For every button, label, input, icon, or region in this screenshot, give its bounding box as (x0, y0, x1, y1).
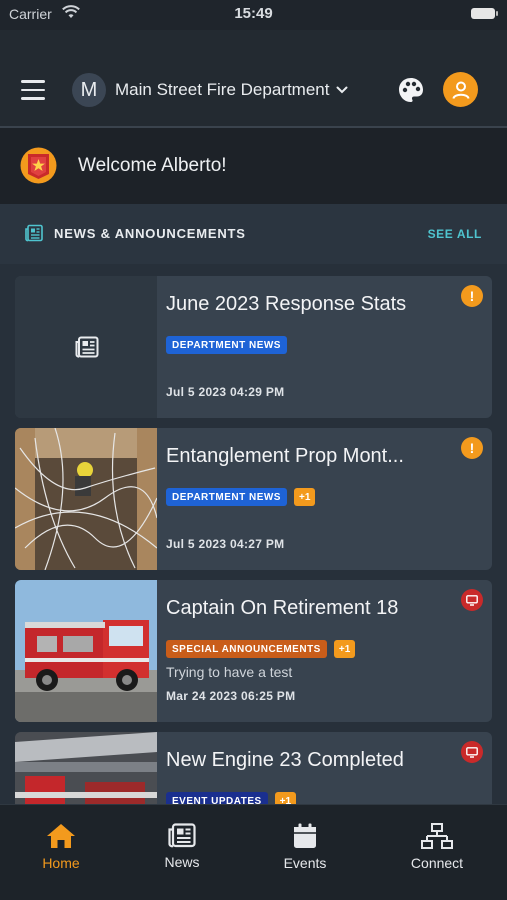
garage-photo-art (15, 732, 157, 804)
monitor-icon (466, 746, 478, 758)
newspaper-icon (75, 336, 99, 358)
welcome-text: Welcome Alberto! (78, 155, 227, 176)
battery-icon (471, 8, 498, 19)
calendar-icon (294, 823, 316, 848)
news-card-date: Mar 24 2023 06:25 PM (166, 689, 296, 703)
tab-label: Home (42, 855, 80, 871)
news-card[interactable]: Entanglement Prop Mont... DEPARTMENT NEW… (15, 428, 492, 570)
see-all-link[interactable]: SEE ALL (428, 227, 482, 241)
news-card-subtitle: Trying to have a test (166, 664, 293, 680)
department-switcher[interactable]: M Main Street Fire Department (72, 72, 348, 108)
entanglement-photo-art (15, 428, 158, 570)
bottom-tab-bar: Home News Events Connect (0, 804, 507, 900)
screen-alert-icon (461, 741, 483, 763)
news-tags: DEPARTMENT NEWS (166, 336, 287, 354)
news-card-title: New Engine 23 Completed (166, 749, 404, 771)
screen-alert-icon (461, 589, 483, 611)
department-avatar: M (72, 73, 106, 107)
category-tag: DEPARTMENT NEWS (166, 336, 287, 354)
more-tags-badge: +1 (333, 640, 356, 658)
user-avatar[interactable] (443, 72, 478, 107)
entanglement-photo (15, 428, 158, 570)
newspaper-icon (168, 823, 196, 848)
news-card-date: Jul 5 2023 04:27 PM (166, 537, 285, 551)
news-card-title: Captain On Retirement 18 (166, 597, 399, 619)
chevron-down-icon (336, 86, 348, 94)
tab-news[interactable]: News (137, 823, 227, 870)
news-card[interactable]: New Engine 23 Completed EVENT UPDATES +1 (15, 732, 492, 804)
menu-icon[interactable] (21, 80, 45, 100)
news-tags: DEPARTMENT NEWS +1 (166, 488, 316, 506)
user-icon (452, 81, 469, 99)
tab-label: Events (283, 855, 327, 871)
news-card-title: June 2023 Response Stats (166, 293, 407, 315)
news-card[interactable]: June 2023 Response Stats DEPARTMENT NEWS… (15, 276, 492, 418)
news-card-date: Jul 5 2023 04:29 PM (166, 385, 285, 399)
palette-icon[interactable] (397, 76, 425, 104)
fire-truck-photo-art (15, 580, 157, 722)
news-card-title: Entanglement Prop Mont... (166, 445, 404, 467)
tab-home[interactable]: Home (16, 823, 106, 871)
home-icon (47, 824, 75, 848)
category-tag: SPECIAL ANNOUNCEMENTS (166, 640, 327, 658)
news-tags: EVENT UPDATES +1 (166, 792, 297, 804)
fire-truck-photo (15, 580, 157, 722)
monitor-icon (466, 594, 478, 606)
news-tags: SPECIAL ANNOUNCEMENTS +1 (166, 640, 356, 658)
more-tags-badge: +1 (274, 792, 297, 804)
news-section: NEWS & ANNOUNCEMENTS SEE ALL June 2023 R… (0, 204, 507, 804)
department-name: Main Street Fire Department (115, 80, 330, 99)
network-icon (421, 823, 453, 849)
news-header: NEWS & ANNOUNCEMENTS SEE ALL (0, 204, 507, 264)
tab-label: News (164, 854, 200, 870)
newspaper-icon (25, 224, 43, 242)
clock: 15:49 (234, 5, 273, 22)
tab-events[interactable]: Events (260, 823, 350, 871)
category-tag: DEPARTMENT NEWS (166, 488, 287, 506)
garage-photo (15, 732, 157, 804)
fire-badge-icon (20, 147, 57, 184)
news-section-title: NEWS & ANNOUNCEMENTS (54, 226, 246, 241)
app-header: M Main Street Fire Department (0, 30, 507, 127)
status-bar: Carrier 15:49 (0, 0, 507, 30)
more-tags-badge: +1 (293, 488, 316, 506)
tab-connect[interactable]: Connect (392, 823, 482, 871)
warning-icon: ! (461, 285, 483, 307)
category-tag: EVENT UPDATES (166, 792, 268, 804)
news-card[interactable]: Captain On Retirement 18 SPECIAL ANNOUNC… (15, 580, 492, 722)
news-thumbnail-placeholder (15, 276, 157, 418)
warning-icon: ! (461, 437, 483, 459)
welcome-banner: Welcome Alberto! (0, 128, 507, 204)
tab-label: Connect (410, 855, 464, 871)
